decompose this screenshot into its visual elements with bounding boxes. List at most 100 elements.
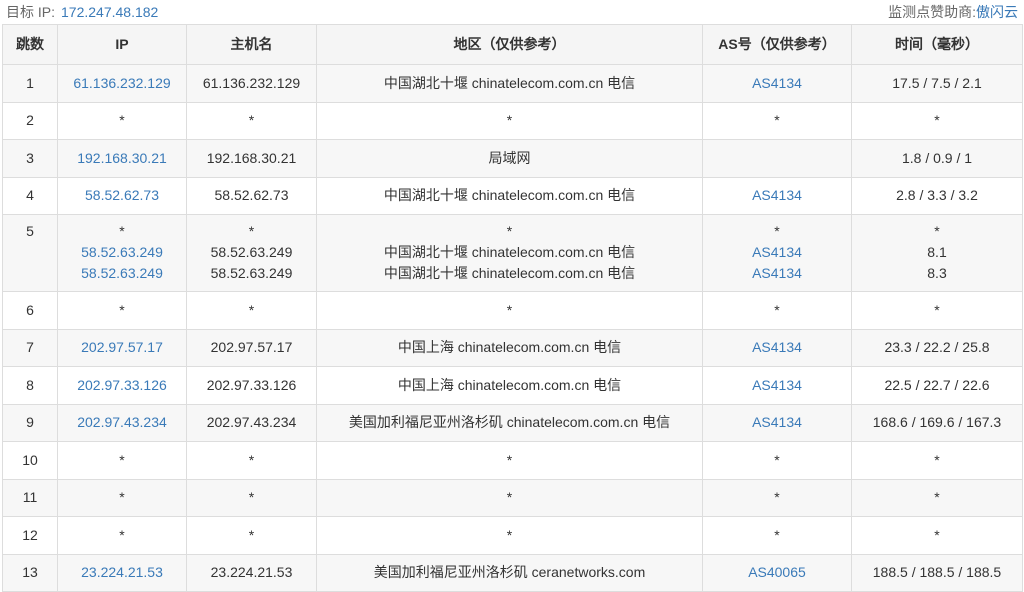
cell-hop: 1 xyxy=(2,64,58,103)
sponsor-label: 监测点赞助商: xyxy=(888,4,976,20)
cell-hostname: 192.168.30.21 xyxy=(186,139,317,178)
cell-hostname-value: 58.52.63.249 xyxy=(210,244,293,260)
cell-as-value: * xyxy=(774,301,780,318)
cell-ip-value[interactable]: 202.97.43.234 xyxy=(62,412,182,433)
cell-hop: 5 xyxy=(2,214,58,292)
cell-hop: 4 xyxy=(2,176,58,215)
cell-time-value: 8.3 xyxy=(927,265,947,281)
cell-region: * xyxy=(316,291,703,330)
cell-as-value: * xyxy=(774,526,780,543)
cell-as-value[interactable]: AS4134 xyxy=(707,375,847,396)
cell-as-value[interactable]: AS4134 xyxy=(707,185,847,206)
cell-region-value: 中国湖北十堰 chinatelecom.com.cn 电信 xyxy=(383,244,636,260)
cell-hostname: * xyxy=(186,291,317,330)
cell-time-value: 23.3 / 22.2 / 25.8 xyxy=(884,339,990,356)
cell-hostname: 58.52.62.73 xyxy=(186,176,317,215)
cell-as: * AS4134 AS4134 xyxy=(702,214,852,292)
cell-time-value: * xyxy=(934,489,940,506)
cell-hostname: 202.97.57.17 xyxy=(186,328,317,367)
cell-hostname-value: 202.97.33.126 xyxy=(206,376,297,393)
cell-hostname: * 58.52.63.249 58.52.63.249 xyxy=(186,214,317,292)
cell-as-value[interactable]: AS40065 xyxy=(707,562,847,583)
col-header-time: 时间（毫秒） xyxy=(851,24,1023,65)
cell-ip-value[interactable]: 202.97.57.17 xyxy=(62,337,182,358)
cell-as: * xyxy=(702,478,852,517)
cell-ip-value[interactable]: 58.52.63.249 xyxy=(62,242,182,263)
table-header-row: 跳数 IP 主机名 地区（仅供参考） AS号（仅供参考） 时间（毫秒） xyxy=(2,24,1023,65)
cell-hostname-value: * xyxy=(248,301,255,318)
cell-as-value[interactable]: AS4134 xyxy=(707,263,847,284)
table-row: 4 58.52.62.73 58.52.62.73 中国湖北十堰 chinatelec… xyxy=(2,176,1023,215)
cell-ip-value[interactable]: 58.52.63.249 xyxy=(62,263,182,284)
cell-ip: 58.52.62.73 xyxy=(57,176,187,215)
col-header-ip: IP xyxy=(57,24,187,65)
cell-ip-value: * xyxy=(119,223,125,239)
cell-hop: 6 xyxy=(2,291,58,330)
cell-region: 美国加利福尼亚州洛杉矶 ceranetworks.com xyxy=(316,553,703,592)
cell-time-value: * xyxy=(934,451,940,468)
cell-ip: 202.97.57.17 xyxy=(57,328,187,367)
table-body: 1 61.136.232.129 61.136.232.129 中国湖北十堰 chin… xyxy=(2,64,1023,592)
cell-hostname-value: 23.224.21.53 xyxy=(210,564,293,581)
cell-as-value[interactable]: AS4134 xyxy=(707,242,847,263)
cell-as-value: * xyxy=(774,489,780,506)
cell-ip-value: * xyxy=(119,301,125,318)
cell-ip: * xyxy=(57,101,187,140)
table-row: 1 61.136.232.129 61.136.232.129 中国湖北十堰 chin… xyxy=(2,64,1023,103)
cell-region: * xyxy=(316,478,703,517)
cell-as: AS4134 xyxy=(702,403,852,442)
cell-region: 局域网 xyxy=(316,139,703,178)
cell-ip-value[interactable]: 58.52.62.73 xyxy=(62,185,182,206)
cell-region: * xyxy=(316,516,703,555)
cell-as-value[interactable]: AS4134 xyxy=(707,337,847,358)
cell-ip: * xyxy=(57,478,187,517)
cell-region-value: 中国湖北十堰 chinatelecom.com.cn 电信 xyxy=(383,265,636,281)
cell-ip-value: * xyxy=(119,112,125,129)
cell-region-value: * xyxy=(506,489,513,506)
cell-hostname-value: 192.168.30.21 xyxy=(206,149,297,166)
cell-time-value: * xyxy=(934,526,940,543)
cell-as: * xyxy=(702,291,852,330)
sponsor-link[interactable]: 傲闪云 xyxy=(976,4,1018,20)
cell-ip-value[interactable]: 202.97.33.126 xyxy=(62,375,182,396)
cell-hop: 9 xyxy=(2,403,58,442)
cell-region: * 中国湖北十堰 chinatelecom.com.cn 电信 中国湖北十堰 chi… xyxy=(316,214,703,292)
cell-as: * xyxy=(702,441,852,480)
cell-ip: 23.224.21.53 xyxy=(57,553,187,592)
col-header-hop: 跳数 xyxy=(2,24,58,65)
cell-as-value[interactable]: AS4134 xyxy=(707,412,847,433)
cell-region-value: 美国加利福尼亚州洛杉矶 ceranetworks.com xyxy=(373,564,646,581)
traceroute-table: 跳数 IP 主机名 地区（仅供参考） AS号（仅供参考） 时间（毫秒） 1 61.… xyxy=(2,24,1023,592)
cell-time: 2.8 / 3.3 / 3.2 xyxy=(851,176,1023,215)
cell-region-value: * xyxy=(506,526,513,543)
cell-ip: 202.97.33.126 xyxy=(57,366,187,405)
cell-as xyxy=(702,139,852,178)
cell-as-value[interactable]: AS4134 xyxy=(707,73,847,94)
cell-hostname-value: * xyxy=(248,489,255,506)
table-row: 2 * * * * * xyxy=(2,101,1023,140)
table-row: 10 * * * * * xyxy=(2,441,1023,480)
cell-as-value: * xyxy=(774,223,780,239)
cell-ip-value: * xyxy=(119,489,125,506)
table-row: 3 192.168.30.21 192.168.30.21 局域网 1.8 / 0.9 … xyxy=(2,139,1023,178)
cell-hostname-value: 202.97.57.17 xyxy=(210,339,293,356)
table-row: 6 * * * * * xyxy=(2,291,1023,330)
cell-hop: 10 xyxy=(2,441,58,480)
cell-ip-value[interactable]: 61.136.232.129 xyxy=(62,73,182,94)
cell-hostname-value: 58.52.62.73 xyxy=(214,187,289,204)
top-bar: 目标 IP: 172.247.48.182 监测点赞助商:傲闪云 xyxy=(0,0,1024,24)
cell-ip: * xyxy=(57,441,187,480)
cell-ip-value[interactable]: 23.224.21.53 xyxy=(62,562,182,583)
cell-time-value: 8.1 xyxy=(927,244,947,260)
cell-ip-value[interactable]: 192.168.30.21 xyxy=(62,148,182,169)
cell-region-value: 中国湖北十堰 chinatelecom.com.cn 电信 xyxy=(383,187,636,204)
cell-hostname: * xyxy=(186,516,317,555)
sponsor-info: 监测点赞助商:傲闪云 xyxy=(888,2,1018,22)
cell-as: * xyxy=(702,101,852,140)
table-row: 5 * 58.52.63.249 58.52.63.249 * 58.52.63.249 5… xyxy=(2,214,1023,292)
cell-hostname-value: * xyxy=(248,112,255,129)
cell-region: * xyxy=(316,441,703,480)
cell-region: 中国上海 chinatelecom.com.cn 电信 xyxy=(316,366,703,405)
table-row: 8 202.97.33.126 202.97.33.126 中国上海 chinatel… xyxy=(2,366,1023,405)
cell-time-value: * xyxy=(934,223,940,239)
